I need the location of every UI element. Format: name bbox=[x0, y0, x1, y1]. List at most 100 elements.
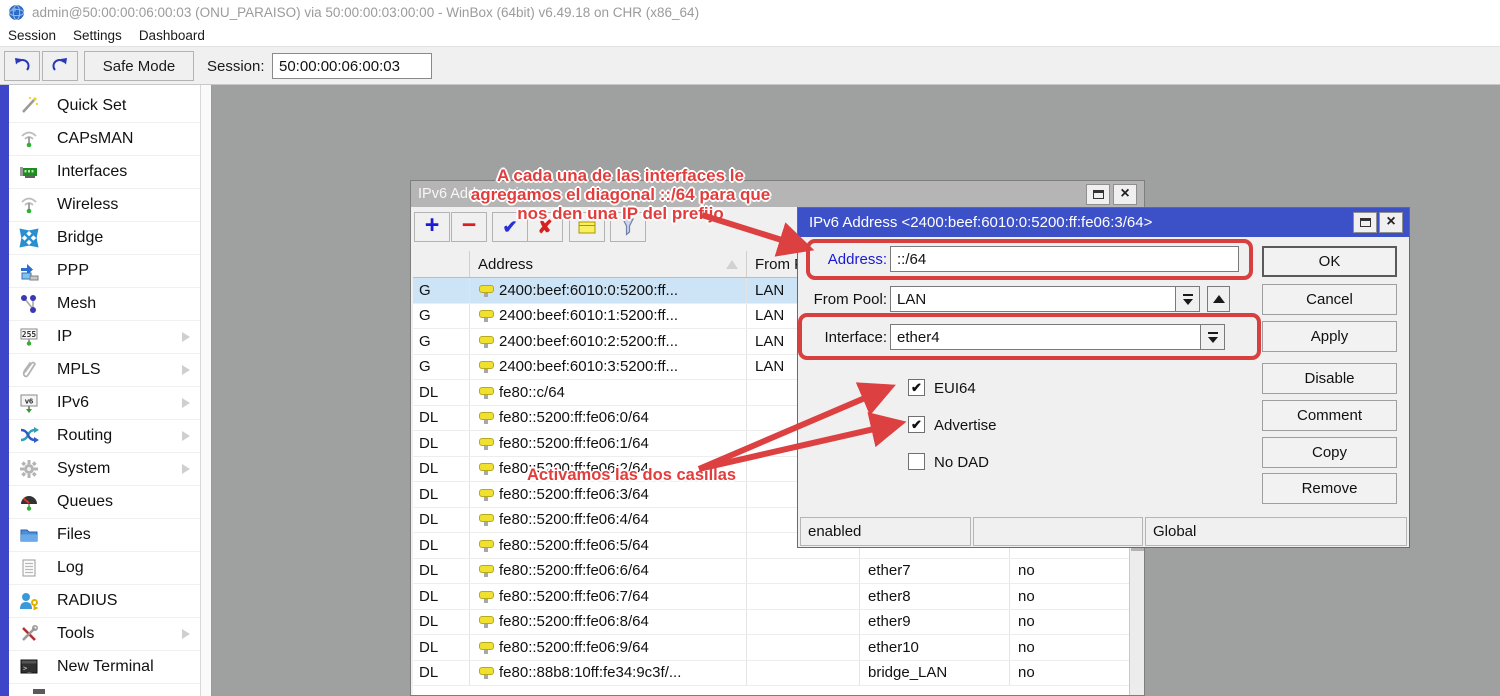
from-pool-label: From Pool: bbox=[802, 291, 887, 308]
comment-note-icon bbox=[577, 217, 597, 237]
ipv6-monitor-icon: v6 bbox=[18, 392, 40, 414]
sort-ascending-icon bbox=[726, 260, 738, 269]
sidebar-item-mpls[interactable]: MPLS bbox=[9, 354, 200, 387]
ip-255-icon: 255 bbox=[18, 326, 40, 348]
submenu-arrow-icon bbox=[182, 398, 190, 408]
remove-button[interactable]: Remove bbox=[1262, 473, 1397, 504]
sidebar-item-ip[interactable]: 255 IP bbox=[9, 321, 200, 354]
maximize-icon bbox=[1093, 190, 1104, 199]
close-icon: × bbox=[1120, 186, 1129, 202]
ipv6-address-icon bbox=[478, 614, 493, 629]
dialog-titlebar[interactable]: IPv6 Address <2400:beef:6010:0:5200:ff:f… bbox=[798, 208, 1409, 237]
safe-mode-button[interactable]: Safe Mode bbox=[84, 51, 194, 81]
redo-icon bbox=[50, 56, 70, 76]
ok-button[interactable]: OK bbox=[1262, 246, 1397, 277]
user-key-icon bbox=[18, 590, 40, 612]
table-row[interactable]: DLfe80::5200:ff:fe06:7/64ether8no bbox=[413, 584, 1129, 610]
remove-button[interactable]: − bbox=[451, 212, 487, 242]
sidebar-item-wireless[interactable]: Wireless bbox=[9, 189, 200, 222]
checkmark-icon: ✔ bbox=[502, 217, 517, 238]
minus-icon: − bbox=[462, 213, 477, 238]
sidebar: Quick Set CAPsMAN Interfaces Wireless Br… bbox=[9, 85, 200, 696]
sidebar-item-log[interactable]: Log bbox=[9, 552, 200, 585]
column-header-address[interactable]: Address bbox=[470, 251, 747, 277]
disable-button[interactable]: ✘ bbox=[527, 212, 563, 242]
antenna-icon bbox=[18, 194, 40, 216]
paperclip-icon bbox=[18, 359, 40, 381]
mesh-nodes-icon bbox=[18, 293, 40, 315]
menu-session[interactable]: Session bbox=[8, 28, 56, 43]
sidebar-item-bridge[interactable]: Bridge bbox=[9, 222, 200, 255]
filter-button[interactable] bbox=[610, 212, 646, 242]
copy-button[interactable]: Copy bbox=[1262, 437, 1397, 468]
menu-dashboard[interactable]: Dashboard bbox=[139, 28, 205, 43]
sidebar-item-tools[interactable]: Tools bbox=[9, 618, 200, 651]
dialog-title: IPv6 Address <2400:beef:6010:0:5200:ff:f… bbox=[809, 214, 1152, 231]
table-row[interactable]: DLfe80::5200:ff:fe06:8/64ether9no bbox=[413, 610, 1129, 636]
sidebar-item-queues[interactable]: Queues bbox=[9, 486, 200, 519]
cancel-button[interactable]: Cancel bbox=[1262, 284, 1397, 315]
from-pool-dropdown-button[interactable] bbox=[1176, 286, 1200, 312]
eui64-checkbox[interactable]: ✔ bbox=[908, 379, 925, 396]
submenu-arrow-icon bbox=[182, 431, 190, 441]
menu-settings[interactable]: Settings bbox=[73, 28, 122, 43]
maximize-button[interactable] bbox=[1353, 212, 1377, 233]
cross-icon: ✘ bbox=[537, 217, 552, 238]
interface-dropdown-button[interactable] bbox=[1201, 324, 1225, 350]
ipv6-address-icon bbox=[478, 410, 493, 425]
from-pool-field[interactable]: LAN bbox=[890, 286, 1176, 312]
interface-field[interactable]: ether4 bbox=[890, 324, 1201, 350]
comment-button[interactable] bbox=[569, 212, 605, 242]
eui64-label: EUI64 bbox=[934, 380, 976, 397]
sidebar-item-system[interactable]: System bbox=[9, 453, 200, 486]
close-button[interactable]: × bbox=[1379, 212, 1403, 233]
menubar: Session Settings Dashboard bbox=[0, 25, 1500, 46]
address-field[interactable]: ::/64 bbox=[890, 246, 1239, 272]
undo-button[interactable] bbox=[4, 51, 40, 81]
ipv6-address-icon bbox=[478, 640, 493, 655]
list-window-titlebar[interactable]: IPv6 Address List × bbox=[411, 181, 1144, 207]
up-arrow-icon bbox=[1213, 295, 1225, 303]
sidebar-item-radius[interactable]: RADIUS bbox=[9, 585, 200, 618]
gear-icon bbox=[18, 458, 40, 480]
sidebar-item-files[interactable]: Files bbox=[9, 519, 200, 552]
app-titlebar: admin@50:00:00:06:00:03 (ONU_PARAISO) vi… bbox=[0, 0, 1500, 25]
ipv6-address-dialog: IPv6 Address <2400:beef:6010:0:5200:ff:f… bbox=[797, 207, 1410, 548]
ipv6-address-icon bbox=[478, 665, 493, 680]
list-window-title: IPv6 Address List bbox=[418, 186, 530, 202]
apply-button[interactable]: Apply bbox=[1262, 321, 1397, 352]
session-field[interactable]: 50:00:00:06:00:03 bbox=[272, 53, 432, 79]
sidebar-item-ppp[interactable]: PPP bbox=[9, 255, 200, 288]
sidebar-item-quick-set[interactable]: Quick Set bbox=[9, 90, 200, 123]
table-row[interactable]: DLfe80::88b8:10ff:fe34:9c3f/...bridge_LA… bbox=[413, 661, 1129, 687]
sidebar-item-mesh[interactable]: Mesh bbox=[9, 288, 200, 321]
close-button[interactable]: × bbox=[1113, 184, 1137, 205]
sidebar-item-new-terminal[interactable]: >_ New Terminal bbox=[9, 651, 200, 684]
close-icon: × bbox=[1386, 214, 1395, 230]
no-dad-checkbox[interactable] bbox=[908, 453, 925, 470]
disable-button[interactable]: Disable bbox=[1262, 363, 1397, 394]
add-button[interactable]: + bbox=[414, 212, 450, 242]
from-pool-up-button[interactable] bbox=[1207, 286, 1230, 312]
enable-button[interactable]: ✔ bbox=[492, 212, 528, 242]
routing-arrows-icon bbox=[18, 425, 40, 447]
partial-sidebar-item bbox=[33, 689, 45, 694]
table-row[interactable]: DLfe80::5200:ff:fe06:6/64ether7no bbox=[413, 559, 1129, 585]
comment-button[interactable]: Comment bbox=[1262, 400, 1397, 431]
column-header-flags[interactable] bbox=[413, 251, 470, 277]
sidebar-accent-bar bbox=[0, 85, 9, 696]
sidebar-scrollbar[interactable] bbox=[200, 85, 212, 696]
svg-text:>_: >_ bbox=[23, 665, 32, 673]
maximize-button[interactable] bbox=[1086, 184, 1110, 205]
table-row[interactable]: DLfe80::5200:ff:fe06:9/64ether10no bbox=[413, 635, 1129, 661]
sidebar-item-routing[interactable]: Routing bbox=[9, 420, 200, 453]
ipv6-address-icon bbox=[478, 436, 493, 451]
status-scope: Global bbox=[1145, 517, 1407, 546]
ipv6-address-icon bbox=[478, 308, 493, 323]
advertise-checkbox[interactable]: ✔ bbox=[908, 416, 925, 433]
sidebar-item-interfaces[interactable]: Interfaces bbox=[9, 156, 200, 189]
redo-button[interactable] bbox=[42, 51, 78, 81]
sidebar-item-ipv6[interactable]: v6 IPv6 bbox=[9, 387, 200, 420]
dialog-statusbar: enabled Global bbox=[800, 517, 1407, 546]
sidebar-item-capsman[interactable]: CAPsMAN bbox=[9, 123, 200, 156]
